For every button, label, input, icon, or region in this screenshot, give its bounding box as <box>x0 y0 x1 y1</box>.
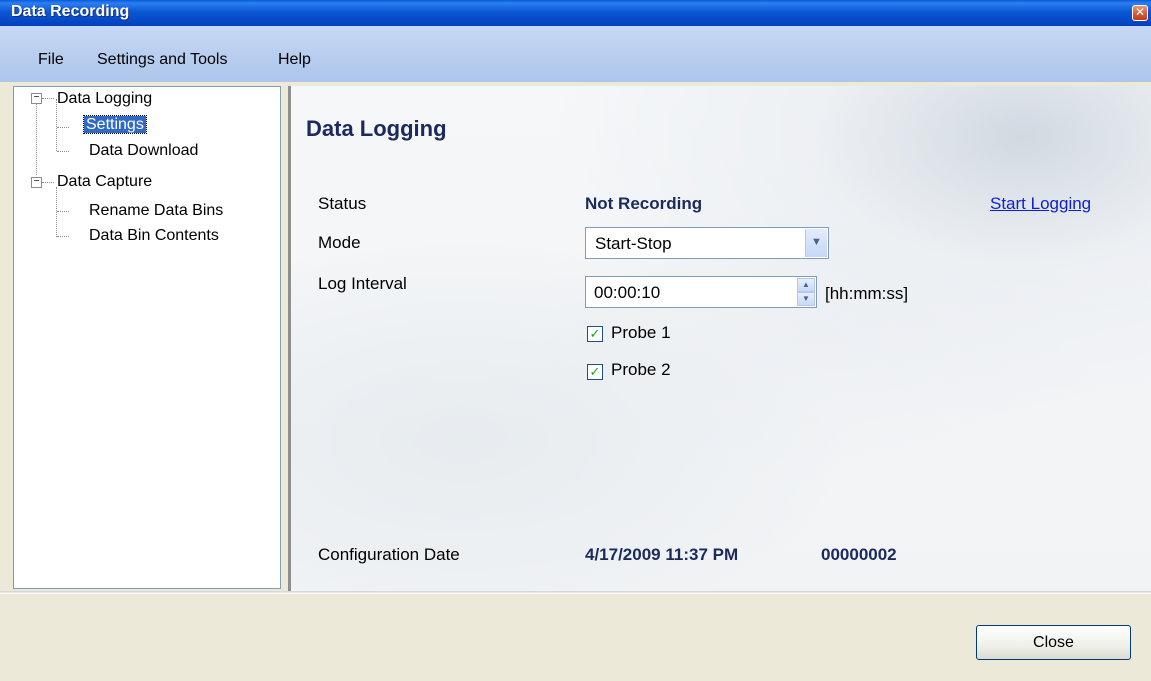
tree-item-data-logging[interactable]: Data Logging <box>57 88 152 110</box>
status-label: Status <box>318 194 367 213</box>
probe-1-label[interactable]: Probe 1 <box>611 323 671 343</box>
tree-connector <box>57 151 69 152</box>
tree-connector <box>57 211 69 212</box>
tree-item-data-download[interactable]: Data Download <box>89 140 198 162</box>
spin-down-icon[interactable]: ▼ <box>797 292 815 306</box>
menu-file[interactable]: File <box>38 51 64 69</box>
tree-item-data-bin-contents[interactable]: Data Bin Contents <box>89 225 219 247</box>
menu-help[interactable]: Help <box>278 51 311 69</box>
data-recording-window: Data Recording ✕ File Settings and Tools… <box>0 0 1151 681</box>
log-interval-label: Log Interval <box>318 274 407 293</box>
content-pane: Data Logging Status Not Recording Start … <box>288 86 1151 591</box>
footer-divider <box>0 591 1151 594</box>
start-logging-link[interactable]: Start Logging <box>990 194 1091 214</box>
configuration-id: 00000002 <box>821 545 897 564</box>
probe-2-label[interactable]: Probe 2 <box>611 360 671 380</box>
tree-connector <box>42 98 54 99</box>
chevron-down-icon: ▼ <box>811 236 822 248</box>
configuration-date-label: Configuration Date <box>318 545 460 564</box>
log-interval-stepper[interactable]: ▲ ▼ <box>585 276 817 308</box>
log-interval-input[interactable] <box>592 282 786 304</box>
tree-item-settings-label: Settings <box>83 115 147 134</box>
page-title: Data Logging <box>306 116 447 141</box>
window-title: Data Recording <box>11 3 130 20</box>
menu-settings-and-tools[interactable]: Settings and Tools <box>97 51 227 69</box>
collapse-icon[interactable]: − <box>31 177 42 188</box>
log-interval-unit: [hh:mm:ss] <box>825 284 909 303</box>
mode-select[interactable]: Start-Stop ▼ <box>585 227 829 259</box>
tree-connector <box>36 104 37 175</box>
tree-item-rename-data-bins[interactable]: Rename Data Bins <box>89 200 223 222</box>
probe-2-checkbox[interactable]: ✓ <box>587 364 603 380</box>
collapse-icon[interactable]: − <box>31 93 42 104</box>
tree-connector <box>56 187 57 237</box>
menu-bar: File Settings and Tools Help <box>0 26 1151 82</box>
probe-1-checkbox[interactable]: ✓ <box>587 326 603 342</box>
tree-item-data-capture[interactable]: Data Capture <box>57 171 152 193</box>
title-bar: Data Recording ✕ <box>0 0 1151 26</box>
mode-select-value: Start-Stop <box>595 234 672 253</box>
navigation-tree: − Data Logging Settings Data Download − … <box>13 86 281 589</box>
dropdown-button[interactable]: ▼ <box>805 229 827 257</box>
spin-up-icon[interactable]: ▲ <box>797 278 815 292</box>
spin-buttons: ▲ ▼ <box>797 278 815 306</box>
configuration-date-value: 4/17/2009 11:37 PM <box>585 545 739 564</box>
tree-connector <box>42 182 54 183</box>
window-close-icon[interactable]: ✕ <box>1132 5 1148 21</box>
mode-label: Mode <box>318 233 361 252</box>
tree-connector <box>57 127 69 128</box>
tree-item-settings[interactable]: Settings <box>83 114 147 136</box>
status-value: Not Recording <box>585 194 703 213</box>
tree-connector <box>57 236 69 237</box>
close-button[interactable]: Close <box>976 625 1131 660</box>
